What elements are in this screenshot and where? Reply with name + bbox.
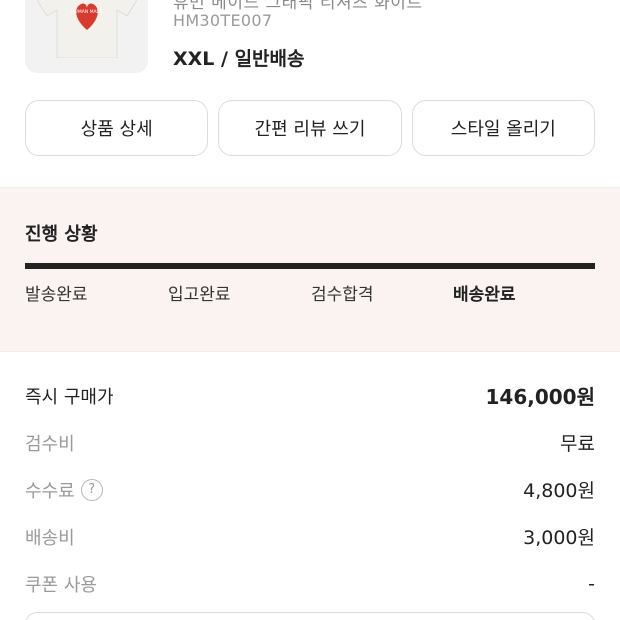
product-thumbnail[interactable]: HUMAN MADE xyxy=(25,0,148,73)
post-style-button[interactable]: 스타일 올리기 xyxy=(411,100,595,156)
step-shipped: 발송완료 xyxy=(25,285,88,305)
commission-label: 수수료 xyxy=(25,480,75,502)
shipping-fee-label: 배송비 xyxy=(25,527,75,549)
inspection-fee-value: 무료 xyxy=(560,433,595,455)
price-row-buy-now: 즉시 구매가 146,000원 xyxy=(25,372,595,419)
tshirt-image: HUMAN MADE xyxy=(37,0,137,58)
inspection-fee-label: 검수비 xyxy=(25,433,75,455)
price-row-coupon: 쿠폰 사용 - xyxy=(25,560,595,607)
progress-title: 진행 상황 xyxy=(25,224,98,245)
step-delivered: 배송완료 xyxy=(453,285,516,305)
step-received: 입고완료 xyxy=(168,285,231,305)
progress-bar xyxy=(25,263,595,269)
shirt-print-text: HUMAN MADE xyxy=(71,9,103,15)
commission-value: 4,800원 xyxy=(523,480,595,502)
commission-label-group: 수수료 ? xyxy=(25,477,103,503)
price-details: 즉시 구매가 146,000원 검수비 무료 수수료 ? 4,800원 배송비 … xyxy=(25,372,595,607)
action-buttons: 상품 상세 간편 리뷰 쓰기 스타일 올리기 xyxy=(25,100,595,156)
shipping-fee-value: 3,000원 xyxy=(523,527,595,549)
coupon-value: - xyxy=(588,572,595,595)
price-row-commission: 수수료 ? 4,800원 xyxy=(25,466,595,513)
progress-bar-fill xyxy=(25,263,595,269)
next-card-edge xyxy=(25,612,595,620)
coupon-label: 쿠폰 사용 xyxy=(25,574,97,596)
step-inspection-passed: 검수합격 xyxy=(311,285,374,305)
buy-now-value: 146,000원 xyxy=(485,385,596,409)
progress-section: 진행 상황 발송완료 입고완료 검수합격 배송완료 xyxy=(0,187,620,352)
buy-now-label: 즉시 구매가 xyxy=(25,386,114,408)
product-summary: HUMAN MADE 휴먼 메이드 그래픽 티셔츠 화이트 HM30TE007 … xyxy=(0,0,620,88)
product-detail-button[interactable]: 상품 상세 xyxy=(25,100,209,156)
question-circle-icon[interactable]: ? xyxy=(80,478,103,501)
progress-steps: 발송완료 입고완료 검수합격 배송완료 xyxy=(25,280,595,310)
product-option: XXL / 일반배송 xyxy=(173,48,305,70)
quick-review-button[interactable]: 간편 리뷰 쓰기 xyxy=(218,100,402,156)
product-code: HM30TE007 xyxy=(173,11,273,30)
price-row-inspection-fee: 검수비 무료 xyxy=(25,419,595,466)
price-row-shipping-fee: 배송비 3,000원 xyxy=(25,513,595,560)
